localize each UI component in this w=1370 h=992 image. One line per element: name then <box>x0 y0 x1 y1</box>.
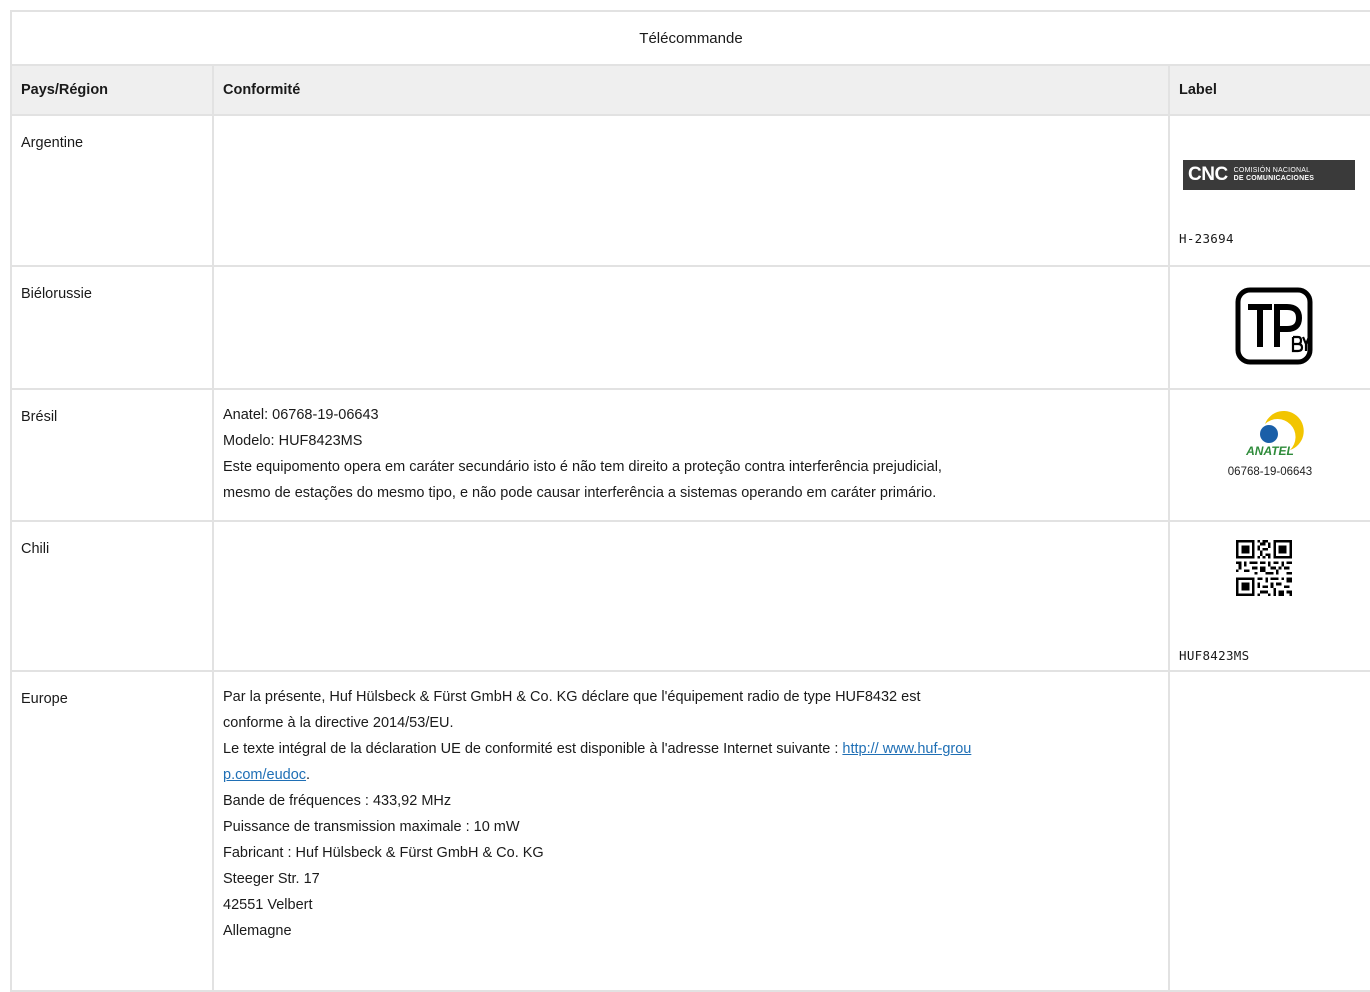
tp-by-mark-icon <box>1235 287 1313 365</box>
table-row: Chili HUF8423MS <box>10 520 1370 672</box>
cnc-logo: CNC COMISIÓN NACIONAL DE COMUNICACIONES <box>1183 160 1355 190</box>
compliance-line: p.com/eudoc. <box>223 767 311 783</box>
compliance-line: Bande de fréquences : 433,92 MHz <box>223 793 452 809</box>
label-cell: CNC COMISIÓN NACIONAL DE COMUNICACIONES … <box>1168 114 1370 267</box>
header-compliance: Conformité <box>212 64 1170 116</box>
anatel-logo-text: ANATEL <box>1245 444 1294 456</box>
country-cell: Europe <box>10 670 214 992</box>
cnc-logo-sub-2: DE COMUNICACIONES <box>1233 175 1315 182</box>
table-row: Argentine CNC COMISIÓN NACIONAL DE COMUN… <box>10 114 1370 267</box>
compliance-line: Puissance de transmission maximale : 10 … <box>223 819 520 835</box>
label-code: H-23694 <box>1179 231 1234 246</box>
compliance-cell <box>212 114 1170 267</box>
country-cell: Chili <box>10 520 214 672</box>
label-cell: HUF8423MS <box>1168 520 1370 672</box>
compliance-line: Steeger Str. 17 <box>223 871 320 887</box>
compliance-line: Modelo: HUF8423MS <box>223 433 363 449</box>
header-country: Pays/Région <box>10 64 214 116</box>
cnc-logo-sub-1: COMISIÓN NACIONAL <box>1233 167 1311 174</box>
country-cell: Brésil <box>10 388 214 522</box>
compliance-line: Par la présente, Huf Hülsbeck & Fürst Gm… <box>223 689 921 705</box>
label-code: 06768-19-06643 <box>1227 466 1313 478</box>
compliance-line: Le texte intégral de la déclaration UE d… <box>223 736 1159 762</box>
compliance-cell <box>212 520 1170 672</box>
compliance-line: 42551 Velbert <box>223 897 313 913</box>
country-cell: Argentine <box>10 114 214 267</box>
anatel-logo: ANATEL 06768-19-06643 <box>1179 408 1361 485</box>
qr-code-icon <box>1236 540 1292 596</box>
cnc-logo-main: CNC <box>1188 164 1228 185</box>
table-title: Télécommande <box>10 10 1370 66</box>
label-cell <box>1168 670 1370 992</box>
compliance-line: Anatel: 06768-19-06643 <box>223 407 379 423</box>
compliance-cell <box>212 265 1170 390</box>
declaration-text: Le texte intégral de la déclaration UE d… <box>223 741 839 757</box>
header-label: Label <box>1168 64 1370 116</box>
title-row: Télécommande <box>10 10 1370 66</box>
eudoc-link-part-2[interactable]: p.com/eudoc <box>223 767 306 783</box>
compliance-table: Télécommande Pays/Région Conformité Labe… <box>10 10 1370 992</box>
table-row: Brésil Anatel: 06768-19-06643 Modelo: HU… <box>10 388 1370 522</box>
compliance-cell: Anatel: 06768-19-06643 Modelo: HUF8423MS… <box>212 388 1170 522</box>
anatel-logo-icon: ANATEL <box>1245 411 1304 458</box>
page: Télécommande Pays/Région Conformité Labe… <box>10 10 1370 992</box>
label-cell: ANATEL 06768-19-06643 <box>1168 388 1370 522</box>
compliance-line: Este equipomento opera em caráter secund… <box>223 459 942 475</box>
label-code: HUF8423MS <box>1179 648 1250 663</box>
table-row: Europe Par la présente, Huf Hülsbeck & F… <box>10 670 1370 992</box>
table-row: Biélorussie <box>10 265 1370 390</box>
label-cell <box>1168 265 1370 390</box>
compliance-line: Allemagne <box>223 923 292 939</box>
compliance-line: mesmo de estações do mesmo tipo, e não p… <box>223 485 937 501</box>
country-cell: Biélorussie <box>10 265 214 390</box>
compliance-cell: Par la présente, Huf Hülsbeck & Fürst Gm… <box>212 670 1170 992</box>
compliance-line: conforme à la directive 2014/53/EU. <box>223 715 454 731</box>
compliance-line: Fabricant : Huf Hülsbeck & Fürst GmbH & … <box>223 845 544 861</box>
eudoc-link-part-1[interactable]: http:// www.huf-grou <box>842 741 971 757</box>
header-row: Pays/Région Conformité Label <box>10 64 1370 116</box>
